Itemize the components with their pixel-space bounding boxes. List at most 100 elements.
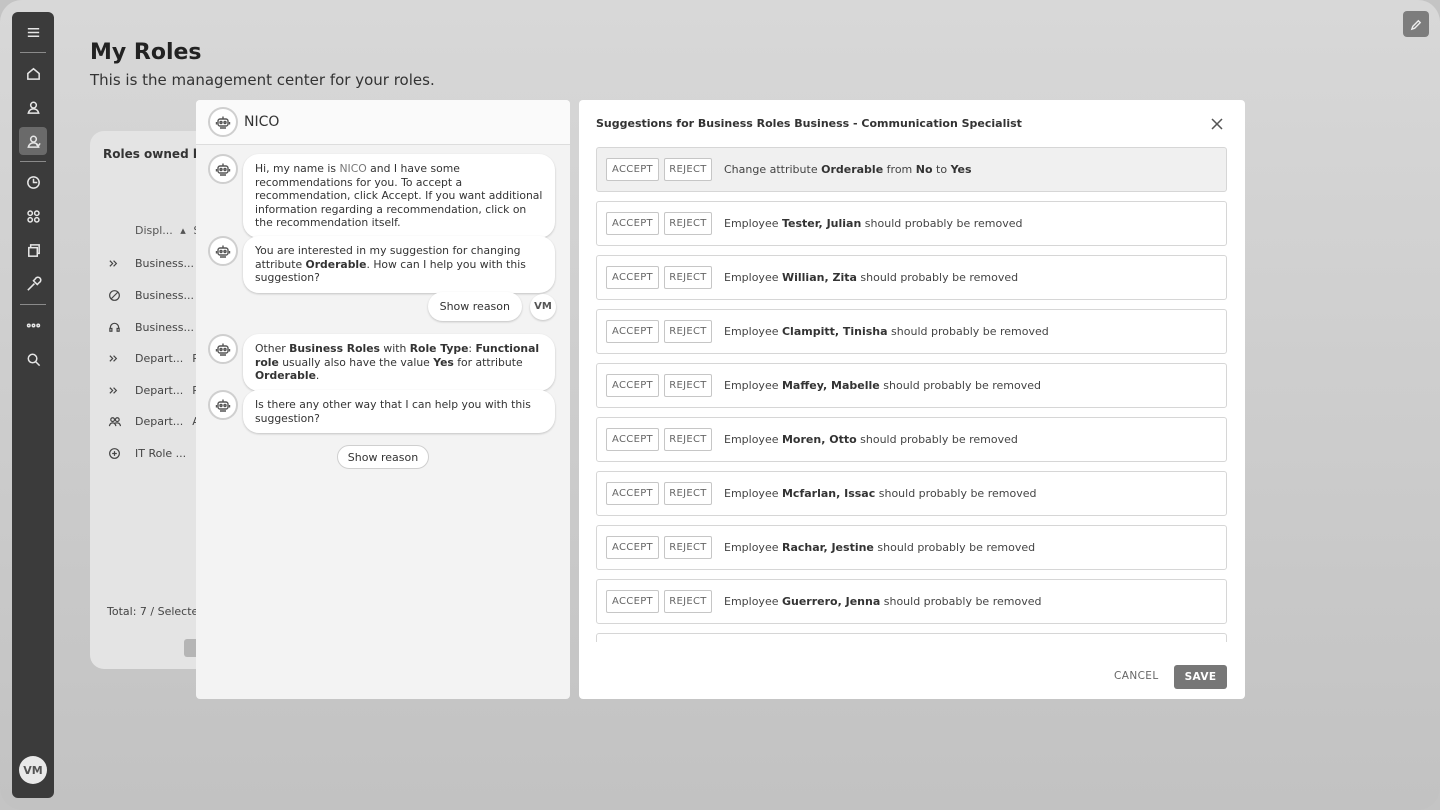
bot-avatar — [208, 154, 238, 184]
reject-button[interactable]: REJECT — [664, 266, 712, 289]
accept-button[interactable]: ACCEPT — [606, 482, 659, 505]
suggestion-row[interactable]: ACCEPT REJECT Employee Tester, Julian sh… — [596, 201, 1227, 246]
accept-button[interactable]: ACCEPT — [606, 374, 659, 397]
tools-icon[interactable] — [19, 270, 47, 298]
edit-icon[interactable] — [1403, 11, 1429, 37]
table-row[interactable]: Depart... R — [108, 380, 200, 400]
suggestion-text[interactable]: Employee Maffey, Mabelle should probably… — [724, 379, 1041, 392]
bot-avatar — [208, 236, 238, 266]
sidebar: VM — [12, 12, 54, 798]
bot-avatar — [208, 390, 238, 420]
suggestion-row[interactable]: ACCEPT REJECT Employee Guerrero, Jenna s… — [596, 579, 1227, 624]
blocked-icon — [109, 289, 120, 301]
accept-button[interactable]: ACCEPT — [606, 536, 659, 559]
user-icon[interactable] — [19, 93, 47, 121]
business-role-icon — [109, 354, 118, 362]
user-avatar: VM — [530, 293, 556, 320]
suggestion-text[interactable]: Employee Guerrero, Jenna should probably… — [724, 595, 1041, 608]
suggestion-text[interactable]: Change attribute Orderable from No to Ye… — [724, 163, 972, 176]
chat-panel: NICO Hi, my name is NICO and I have some… — [196, 100, 570, 699]
message-bubble: Is there any other way that I can help y… — [243, 390, 555, 434]
app-window: VM My Roles This is the management cente… — [0, 0, 1440, 810]
accept-button[interactable]: ACCEPT — [606, 320, 659, 343]
message-bubble: Hi, my name is NICO and I have some reco… — [243, 154, 555, 238]
apps-icon[interactable] — [19, 202, 47, 230]
requests-icon[interactable] — [19, 236, 47, 264]
message-bubble: You are interested in my suggestion for … — [243, 236, 555, 293]
sort-asc-icon[interactable]: ▴ — [180, 224, 186, 237]
role-name: Depart... — [135, 351, 184, 365]
search-icon[interactable] — [19, 345, 47, 373]
sidebar-divider — [20, 52, 46, 53]
table-header: Displ... ▴ S — [135, 224, 200, 237]
dialog-title: Suggestions for Business Roles Business … — [596, 117, 1022, 130]
accept-button[interactable]: ACCEPT — [606, 266, 659, 289]
suggestion-row[interactable]: ACCEPT REJECT Employee Maffey, Mabelle s… — [596, 363, 1227, 408]
robot-icon — [215, 116, 231, 129]
reject-button[interactable]: REJECT — [664, 212, 712, 235]
cancel-button[interactable]: CANCEL — [1114, 670, 1159, 682]
robot-icon — [215, 163, 231, 176]
reject-button[interactable]: REJECT — [664, 428, 712, 451]
more-icon[interactable] — [19, 311, 47, 339]
reject-button[interactable]: REJECT — [664, 482, 712, 505]
show-reason-button[interactable]: Show reason — [337, 445, 429, 469]
home-icon[interactable] — [19, 59, 47, 87]
bot-message: Is there any other way that I can help y… — [208, 390, 555, 434]
table-row[interactable]: IT Role ... N — [108, 443, 203, 463]
suggestions-dialog: Suggestions for Business Roles Business … — [579, 100, 1245, 699]
chat-header: NICO — [196, 100, 570, 145]
table-row[interactable]: Depart... A — [108, 411, 200, 431]
robot-icon — [215, 399, 231, 412]
user-message-bubble: Show reason — [427, 292, 522, 321]
robot-icon — [215, 245, 231, 258]
suggestion-row[interactable]: ACCEPT REJECT Employee Rachar, Jestine s… — [596, 525, 1227, 570]
bot-message: Hi, my name is NICO and I have some reco… — [208, 154, 555, 238]
suggestion-row-partial[interactable] — [596, 633, 1227, 642]
suggestion-row[interactable]: ACCEPT REJECT Employee Mcfarlan, Issac s… — [596, 471, 1227, 516]
roles-card-title: Roles owned by — [103, 147, 210, 161]
sidebar-divider — [20, 161, 46, 162]
accept-button[interactable]: ACCEPT — [606, 428, 659, 451]
suggestion-text[interactable]: Employee Willian, Zita should probably b… — [724, 271, 1018, 284]
menu-icon[interactable] — [19, 18, 47, 46]
suggestion-text[interactable]: Employee Tester, Julian should probably … — [724, 217, 1023, 230]
bot-avatar — [208, 334, 238, 364]
selection-total: Total: 7 / Selected: — [107, 605, 209, 618]
history-icon[interactable] — [19, 168, 47, 196]
group-icon — [108, 416, 121, 426]
reject-button[interactable]: REJECT — [664, 320, 712, 343]
reject-button[interactable]: REJECT — [664, 374, 712, 397]
page-title: My Roles — [90, 40, 202, 65]
page-subtitle: This is the management center for your r… — [90, 71, 435, 89]
suggestion-row[interactable]: ACCEPT REJECT Change attribute Orderable… — [596, 147, 1227, 192]
role-name: Business... — [135, 320, 194, 334]
user-avatar[interactable]: VM — [19, 756, 47, 784]
sidebar-divider — [20, 304, 46, 305]
role-name: IT Role ... — [135, 446, 187, 460]
suggestion-text[interactable]: Employee Clampitt, Tinisha should probab… — [724, 325, 1049, 338]
business-role-icon — [109, 386, 118, 394]
suggestion-row[interactable]: ACCEPT REJECT Employee Clampitt, Tinisha… — [596, 309, 1227, 354]
column-display-name[interactable]: Displ... — [135, 224, 173, 237]
suggestion-text[interactable]: Employee Mcfarlan, Issac should probably… — [724, 487, 1036, 500]
accept-button[interactable]: ACCEPT — [606, 212, 659, 235]
accept-button[interactable]: ACCEPT — [606, 590, 659, 613]
accept-button[interactable]: ACCEPT — [606, 158, 659, 181]
robot-icon — [215, 343, 231, 356]
suggestion-list[interactable]: ACCEPT REJECT Change attribute Orderable… — [596, 147, 1228, 642]
suggestion-row[interactable]: ACCEPT REJECT Employee Moren, Otto shoul… — [596, 417, 1227, 462]
message-bubble: Other Business Roles with Role Type: Fun… — [243, 334, 555, 391]
reject-button[interactable]: REJECT — [664, 590, 712, 613]
table-row[interactable]: Depart... R — [108, 348, 200, 368]
reject-button[interactable]: REJECT — [664, 158, 712, 181]
suggestion-text[interactable]: Employee Rachar, Jestine should probably… — [724, 541, 1035, 554]
save-button[interactable]: SAVE — [1174, 665, 1227, 689]
close-icon[interactable] — [1209, 116, 1225, 132]
reject-button[interactable]: REJECT — [664, 536, 712, 559]
suggestion-text[interactable]: Employee Moren, Otto should probably be … — [724, 433, 1018, 446]
suggestion-row[interactable]: ACCEPT REJECT Employee Willian, Zita sho… — [596, 255, 1227, 300]
add-circle-icon — [109, 447, 120, 459]
role-name: Depart... — [135, 414, 184, 428]
roles-icon[interactable] — [19, 127, 47, 155]
